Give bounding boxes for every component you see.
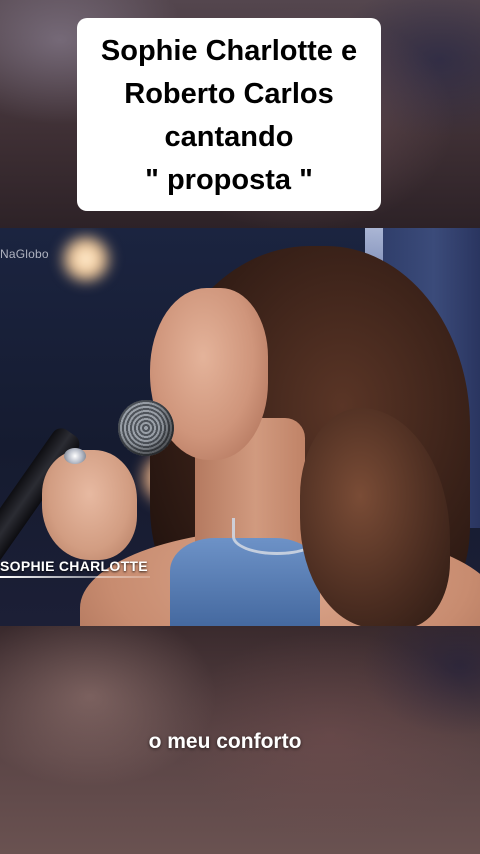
microphone-icon: [118, 400, 174, 456]
ring: [64, 448, 86, 464]
title-line-1: Sophie Charlotte e: [100, 35, 358, 67]
video-screen[interactable]: Sophie Charlotte e Roberto Carlos cantan…: [0, 0, 480, 854]
title-line-4: " proposta ": [145, 164, 313, 196]
name-tag-underline: [0, 576, 150, 578]
name-tag: SOPHIE CHARLOTTE: [0, 558, 148, 574]
singer-hand: [42, 450, 137, 560]
title-line-2: Roberto Carlos: [124, 78, 334, 110]
lyrics-subtitle: o meu conforto: [148, 730, 302, 753]
stage-light: [58, 234, 114, 284]
channel-logo: NaGlobo: [0, 247, 49, 261]
title-line-3: cantando: [164, 121, 294, 153]
video-frame[interactable]: NaGlobo SOPHIE CHARLOTTE: [0, 228, 480, 626]
title-caption-box: Sophie Charlotte e Roberto Carlos cantan…: [77, 18, 381, 211]
